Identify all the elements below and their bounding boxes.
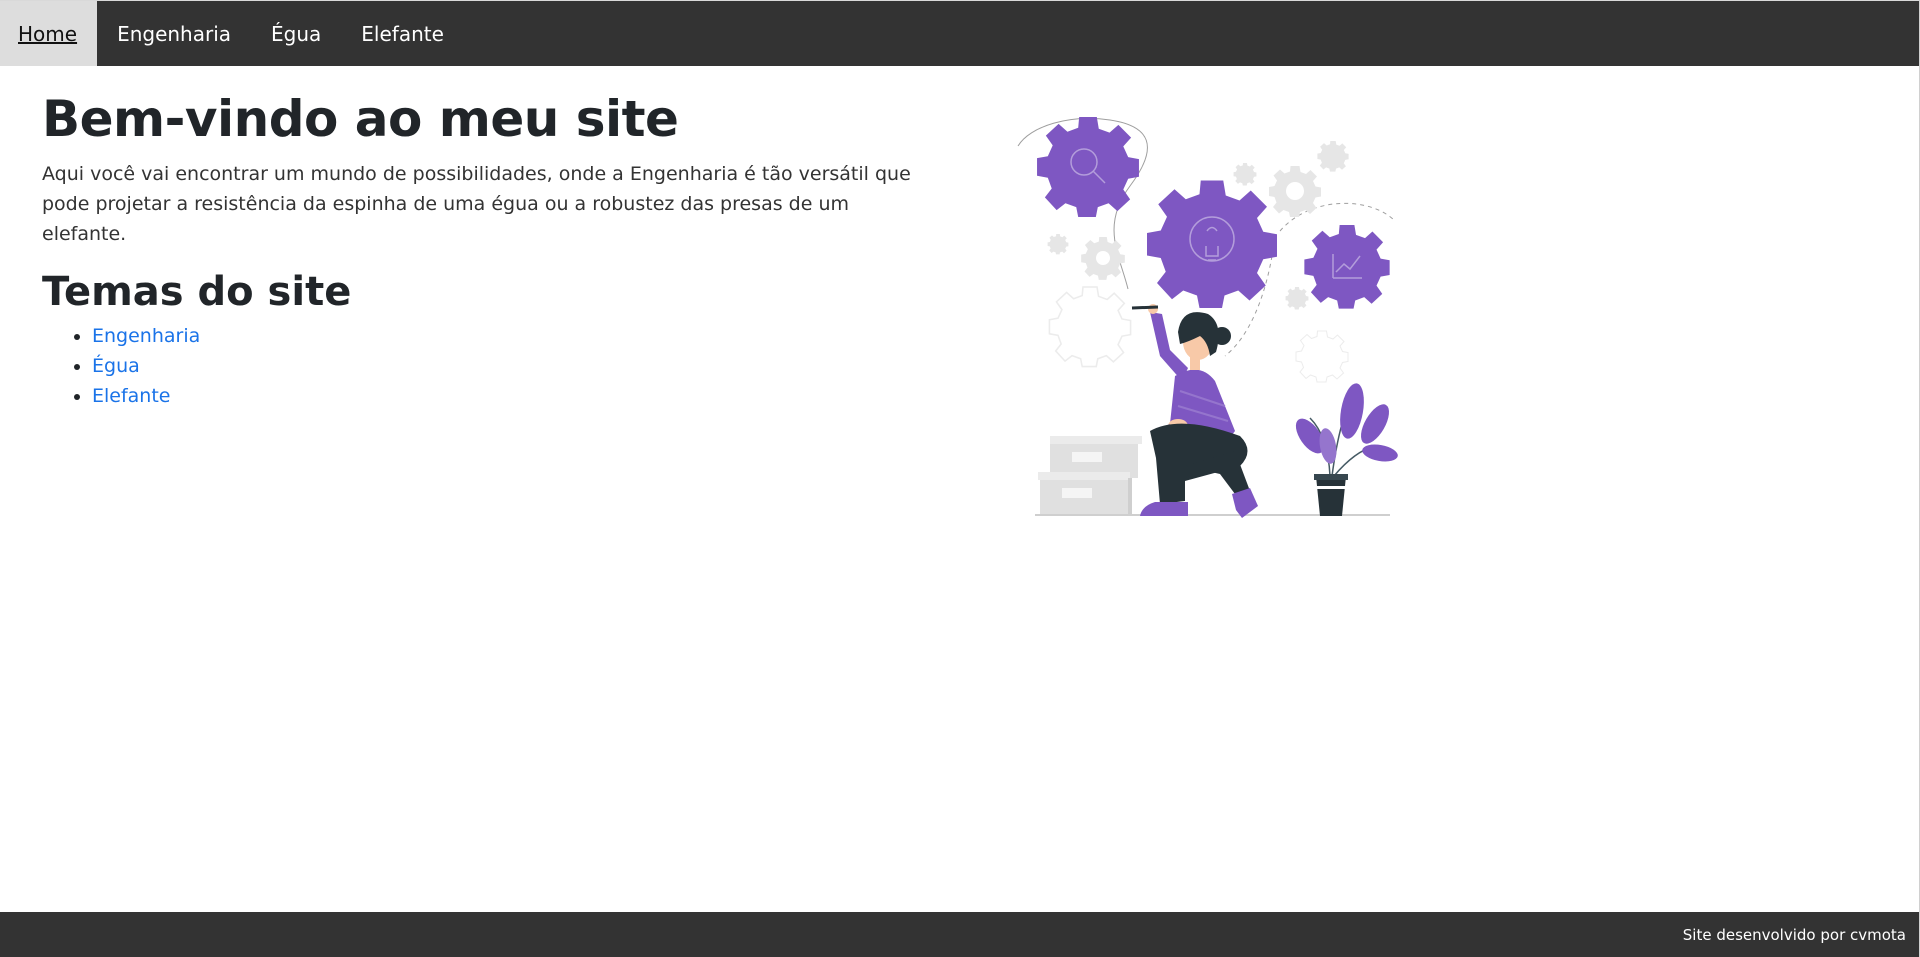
page: Home Engenharia Égua Elefante Bem-vindo … (0, 0, 1920, 957)
nav-item-engenharia[interactable]: Engenharia (97, 1, 251, 66)
engineer-with-gears-illustration (1010, 106, 1420, 526)
nav-item-egua[interactable]: Égua (251, 1, 341, 66)
topic-link-egua[interactable]: Égua (92, 355, 140, 377)
topics-heading: Temas do site (42, 269, 352, 315)
footer-credit: Site desenvolvido por cvmota (1682, 925, 1906, 944)
potted-plant-icon (1295, 383, 1398, 516)
page-title: Bem-vindo ao meu site (42, 90, 679, 148)
intro-paragraph: Aqui você vai encontrar um mundo de poss… (42, 163, 911, 245)
main-content: Bem-vindo ao meu site Aqui você vai enco… (0, 66, 1920, 912)
storage-boxes-icon (1038, 436, 1142, 514)
text-column: Bem-vindo ao meu site Aqui você vai enco… (42, 92, 922, 411)
engineer-person-icon (1131, 304, 1258, 518)
topic-link-engenharia[interactable]: Engenharia (92, 325, 200, 347)
illustration-svg (1017, 117, 1398, 518)
top-navigation: Home Engenharia Égua Elefante (0, 1, 1920, 66)
list-item: Engenharia (92, 321, 922, 351)
topic-link-elefante[interactable]: Elefante (92, 385, 171, 407)
site-footer: Site desenvolvido por cvmota (0, 912, 1920, 957)
list-item: Elefante (92, 381, 922, 411)
nav-item-elefante[interactable]: Elefante (341, 1, 464, 66)
topic-list: Engenharia Égua Elefante (42, 321, 922, 411)
nav-item-home[interactable]: Home (0, 1, 98, 66)
list-item: Égua (92, 351, 922, 381)
